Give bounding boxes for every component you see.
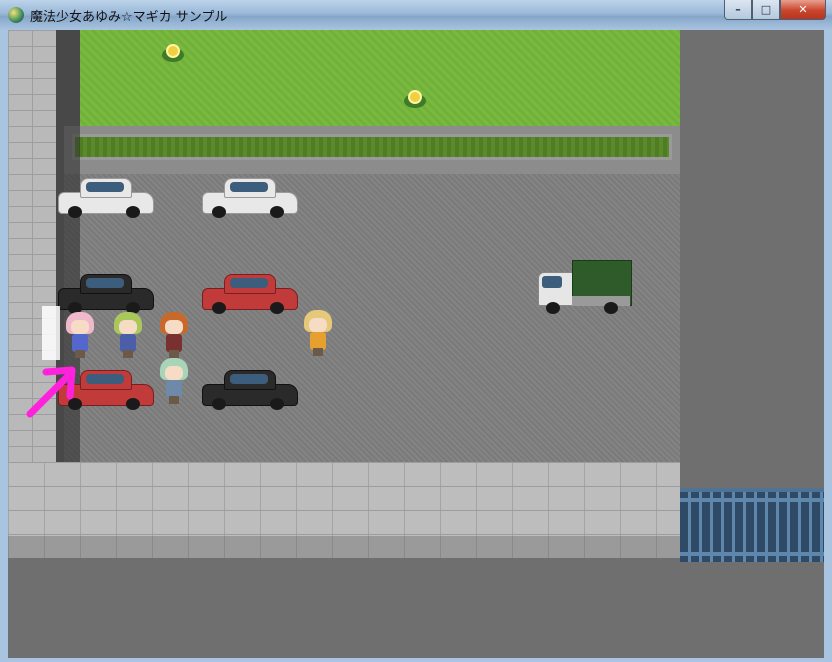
arrow-up-right-icon <box>26 366 76 418</box>
car-white <box>58 174 154 218</box>
event-highlight <box>42 306 60 360</box>
window-frame-right <box>824 30 832 662</box>
window-controls: – □ ✕ <box>724 0 826 20</box>
character-blonde-hair[interactable] <box>302 308 334 356</box>
car-red <box>202 270 298 314</box>
character-orange-hair[interactable] <box>158 310 190 358</box>
game-canvas[interactable] <box>8 30 824 658</box>
flower-icon <box>160 42 186 64</box>
flower-icon <box>402 88 428 110</box>
window-titlebar[interactable]: 魔法少女あゆみ☆マギカ サンプル – □ ✕ <box>0 0 832 31</box>
car-white <box>202 174 298 218</box>
window-frame-left <box>0 30 8 662</box>
maximize-button[interactable]: □ <box>752 0 780 20</box>
window-frame-bottom <box>0 658 832 662</box>
close-button[interactable]: ✕ <box>780 0 826 20</box>
minimize-button[interactable]: – <box>724 0 752 20</box>
character-green-hair[interactable] <box>112 310 144 358</box>
blue-fence <box>680 488 824 562</box>
parking-lot <box>64 174 680 462</box>
car-black <box>58 270 154 314</box>
character-mint-hair[interactable] <box>158 356 190 404</box>
void-area <box>680 30 824 488</box>
character-pink-hair[interactable] <box>64 310 96 358</box>
app-icon <box>8 7 24 23</box>
pickup-truck <box>538 256 632 316</box>
car-black <box>202 366 298 410</box>
hedge <box>72 134 672 160</box>
bottom-stone-wall <box>8 462 680 558</box>
window-title: 魔法少女あゆみ☆マギカ サンプル <box>30 10 228 25</box>
